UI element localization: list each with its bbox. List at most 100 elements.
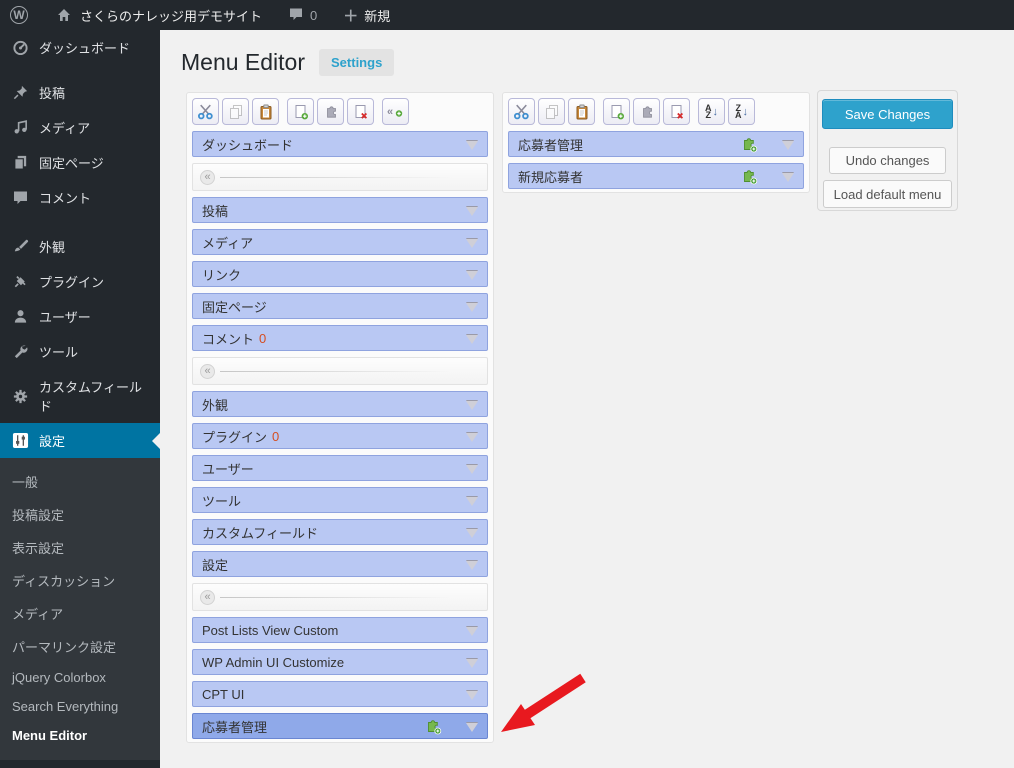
menu-item-comments[interactable]: コメント 0 bbox=[192, 325, 488, 351]
menu-item-posts[interactable]: 投稿 bbox=[192, 197, 488, 223]
submenu-media[interactable]: メディア bbox=[0, 597, 160, 630]
site-name-menu[interactable]: さくらのナレッジ用デモサイト bbox=[44, 0, 272, 30]
menu-item-appearance[interactable]: 外観 bbox=[192, 391, 488, 417]
copy-button[interactable] bbox=[538, 98, 565, 125]
paste-button[interactable] bbox=[568, 98, 595, 125]
sort-ascending-button[interactable]: AZ ↓ bbox=[698, 98, 725, 125]
chevron-down-icon[interactable] bbox=[466, 627, 478, 642]
new-page-icon bbox=[293, 104, 309, 120]
menu-separator[interactable]: « bbox=[192, 163, 488, 191]
menu-item-settings[interactable]: 設定 bbox=[192, 551, 488, 577]
menu-item-pages[interactable]: 固定ページ bbox=[192, 293, 488, 319]
chevron-down-icon[interactable] bbox=[466, 207, 478, 222]
wordpress-logo-icon: W bbox=[10, 6, 28, 24]
chevron-down-icon[interactable] bbox=[466, 561, 478, 576]
delete-button[interactable] bbox=[663, 98, 690, 125]
settings-submenu: 一般 投稿設定 表示設定 ディスカッション メディア パーマリンク設定 jQue… bbox=[0, 458, 160, 760]
menu-item-links[interactable]: リンク bbox=[192, 261, 488, 287]
available-menu-panel: « ダッシュボード « 投稿 メディア bbox=[186, 92, 494, 743]
new-item-button[interactable] bbox=[603, 98, 630, 125]
chevron-down-icon[interactable] bbox=[782, 141, 794, 156]
chevron-down-icon[interactable] bbox=[466, 723, 478, 738]
menu-item-users[interactable]: ユーザー bbox=[192, 455, 488, 481]
plugin-button[interactable] bbox=[633, 98, 660, 125]
chevron-down-icon[interactable] bbox=[466, 303, 478, 318]
sidebar-item-settings[interactable]: 設定 bbox=[0, 423, 160, 458]
submenu-writing[interactable]: 投稿設定 bbox=[0, 498, 160, 531]
sidebar-item-tools[interactable]: ツール bbox=[0, 334, 160, 369]
submenu-reading[interactable]: 表示設定 bbox=[0, 531, 160, 564]
main-content: Menu Editor Settings bbox=[160, 30, 1014, 768]
cut-button[interactable] bbox=[192, 98, 219, 125]
submenu-permalinks[interactable]: パーマリンク設定 bbox=[0, 630, 160, 663]
cut-button[interactable] bbox=[508, 98, 535, 125]
menu-item-dashboard[interactable]: ダッシュボード bbox=[192, 131, 488, 157]
sidebar-item-pages[interactable]: 固定ページ bbox=[0, 145, 160, 180]
menu-item-wp-admin-ui-customize[interactable]: WP Admin UI Customize bbox=[192, 649, 488, 675]
menu-item-custom-fields[interactable]: カスタムフィールド bbox=[192, 519, 488, 545]
sidebar-item-custom-fields[interactable]: カスタムフィールド bbox=[0, 369, 160, 423]
sidebar-item-comments[interactable]: コメント bbox=[0, 180, 160, 215]
chevron-down-icon[interactable] bbox=[466, 529, 478, 544]
sidebar-item-media[interactable]: メディア bbox=[0, 110, 160, 145]
chevron-down-icon[interactable] bbox=[466, 401, 478, 416]
admin-bar: W さくらのナレッジ用デモサイト 0 ＋ 新規 bbox=[0, 0, 1014, 30]
chevron-down-icon[interactable] bbox=[466, 691, 478, 706]
chevron-down-icon[interactable] bbox=[466, 141, 478, 156]
new-separator-button[interactable]: « bbox=[382, 98, 409, 125]
copy-button[interactable] bbox=[222, 98, 249, 125]
puzzle-icon bbox=[639, 104, 655, 120]
admin-sidebar: ダッシュボード 投稿 メディア 固定ページ コメント 外観 プラ bbox=[0, 30, 160, 768]
menu-item-media[interactable]: メディア bbox=[192, 229, 488, 255]
submenu-general[interactable]: 一般 bbox=[0, 465, 160, 498]
menu-separator[interactable]: « bbox=[192, 357, 488, 385]
new-content-menu[interactable]: ＋ 新規 bbox=[333, 0, 400, 30]
green-puzzle-plus-icon bbox=[425, 718, 442, 735]
save-changes-button[interactable]: Save Changes bbox=[822, 99, 953, 129]
menu-item-new-applicant[interactable]: 新規応募者 bbox=[508, 163, 804, 189]
menu-item-applicant-management[interactable]: 応募者管理 bbox=[192, 713, 488, 739]
submenu-menu-editor[interactable]: Menu Editor bbox=[0, 721, 160, 750]
sidebar-item-appearance[interactable]: 外観 bbox=[0, 229, 160, 264]
menu-item-tools[interactable]: ツール bbox=[192, 487, 488, 513]
wp-logo-menu[interactable]: W bbox=[0, 0, 38, 30]
home-icon bbox=[54, 6, 74, 24]
puzzle-icon bbox=[323, 104, 339, 120]
separator-line bbox=[220, 371, 452, 372]
new-item-button[interactable] bbox=[287, 98, 314, 125]
chevron-down-icon[interactable] bbox=[466, 433, 478, 448]
delete-button[interactable] bbox=[347, 98, 374, 125]
settings-button[interactable]: Settings bbox=[319, 49, 394, 76]
comments-menu[interactable]: 0 bbox=[278, 0, 327, 30]
chevron-down-icon[interactable] bbox=[782, 173, 794, 188]
plugin-button[interactable] bbox=[317, 98, 344, 125]
sidebar-item-posts[interactable]: 投稿 bbox=[0, 75, 160, 110]
sidebar-item-users[interactable]: ユーザー bbox=[0, 299, 160, 334]
copy-icon bbox=[544, 104, 560, 120]
sidebar-item-dashboard[interactable]: ダッシュボード bbox=[0, 30, 160, 65]
sort-descending-button[interactable]: ZA ↓ bbox=[728, 98, 755, 125]
load-default-menu-button[interactable]: Load default menu bbox=[823, 180, 952, 208]
menu-item-applicant-management[interactable]: 応募者管理 bbox=[508, 131, 804, 157]
sidebar-item-plugins[interactable]: プラグイン bbox=[0, 264, 160, 299]
undo-changes-button[interactable]: Undo changes bbox=[829, 147, 946, 174]
delete-page-icon bbox=[353, 104, 369, 120]
submenu-search-everything[interactable]: Search Everything bbox=[0, 692, 160, 721]
pages-icon bbox=[10, 154, 30, 172]
menu-item-plugins[interactable]: プラグイン 0 bbox=[192, 423, 488, 449]
menu-item-cpt-ui[interactable]: CPT UI bbox=[192, 681, 488, 707]
new-page-icon bbox=[609, 104, 625, 120]
chevron-down-icon[interactable] bbox=[466, 271, 478, 286]
chevron-down-icon[interactable] bbox=[466, 465, 478, 480]
comment-bubble-icon bbox=[288, 7, 304, 24]
submenu-discussion[interactable]: ディスカッション bbox=[0, 564, 160, 597]
chevron-down-icon[interactable] bbox=[466, 239, 478, 254]
menu-item-post-lists-view-custom[interactable]: Post Lists View Custom bbox=[192, 617, 488, 643]
submenu-jquery-colorbox[interactable]: jQuery Colorbox bbox=[0, 663, 160, 692]
chevron-down-icon[interactable] bbox=[466, 335, 478, 350]
paste-button[interactable] bbox=[252, 98, 279, 125]
menu-separator[interactable]: « bbox=[192, 583, 488, 611]
chevron-down-icon[interactable] bbox=[466, 497, 478, 512]
comment-icon bbox=[10, 189, 30, 207]
chevron-down-icon[interactable] bbox=[466, 659, 478, 674]
